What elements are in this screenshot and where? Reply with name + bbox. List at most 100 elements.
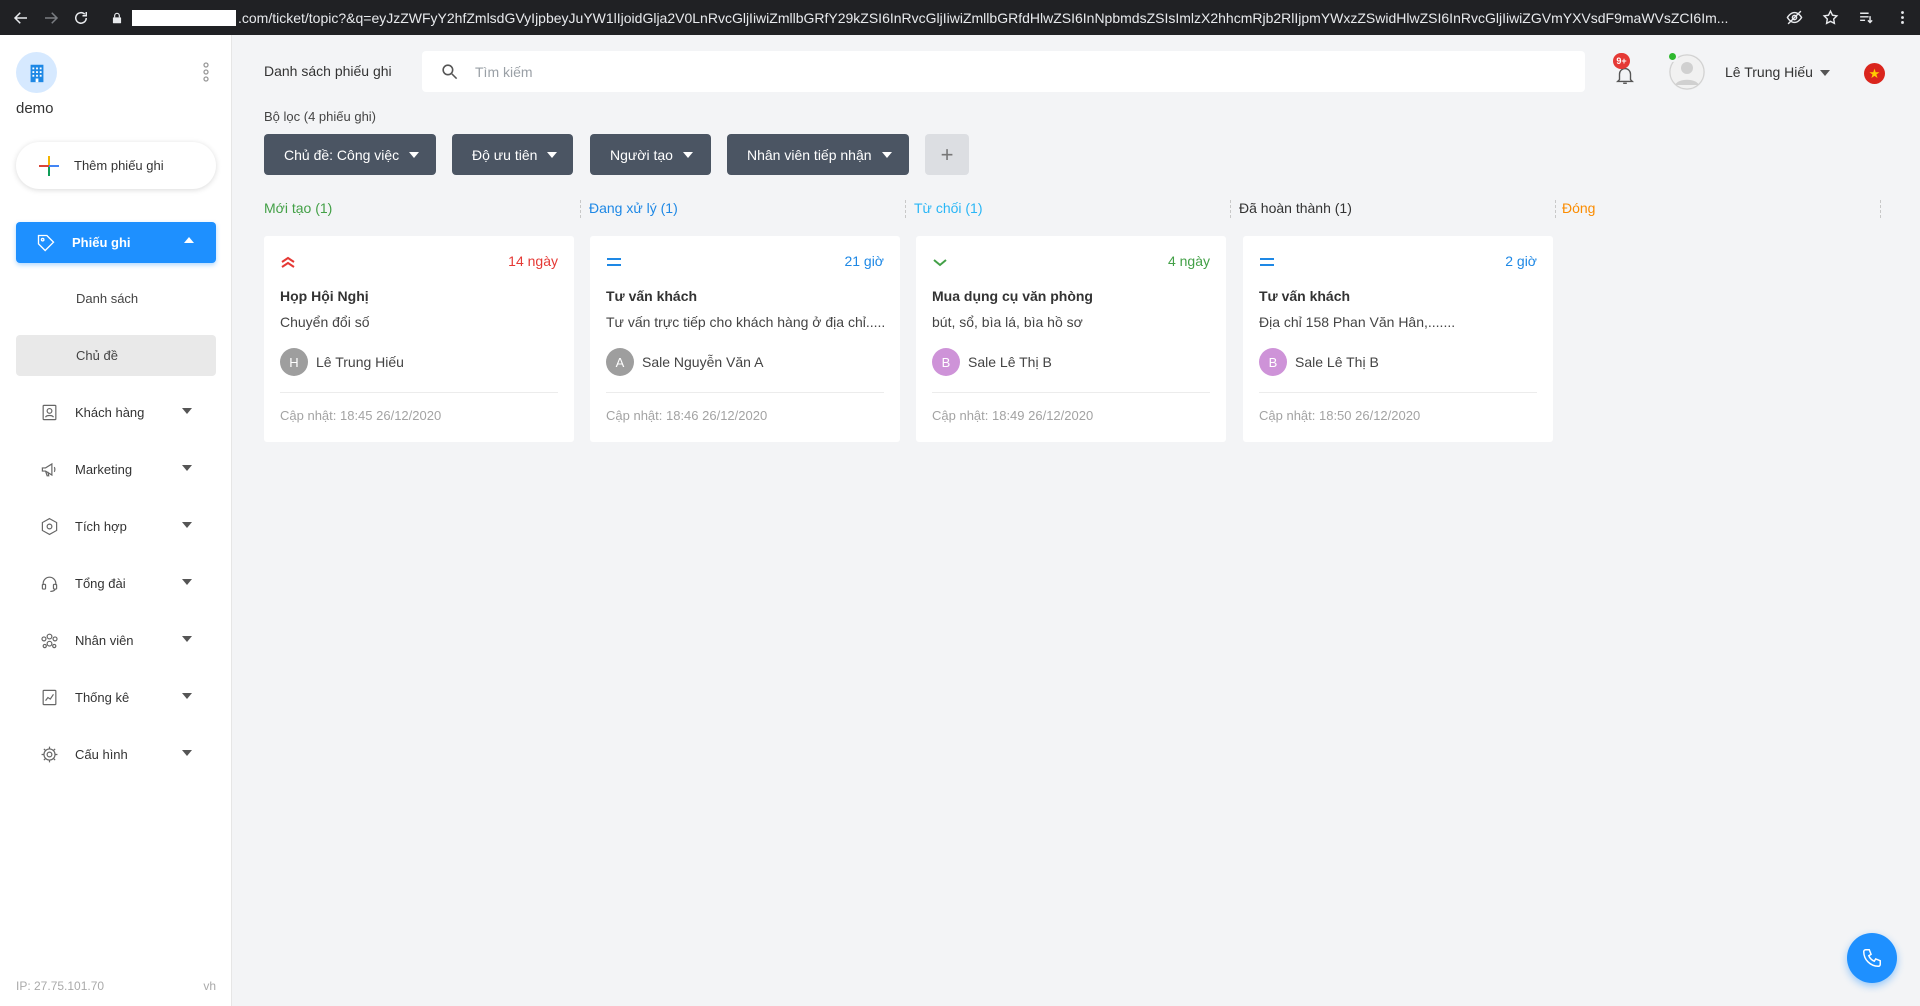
sidebar: demo Thêm phiếu ghi Phiếu ghi Danh sách …	[0, 35, 232, 1006]
chevron-down-icon	[409, 151, 420, 158]
chevron-down-icon	[682, 151, 693, 158]
url-text: .com/ticket/topic?&q=eyJzZWFyY2hfZmlsdGV…	[238, 9, 1729, 26]
column-divider	[1555, 200, 1556, 218]
chevron-down-icon	[182, 408, 192, 414]
search-bar[interactable]	[422, 51, 1585, 92]
eye-off-icon[interactable]	[1776, 9, 1812, 26]
address-bar[interactable]: .com/ticket/topic?&q=eyJzZWFyY2hfZmlsdGV…	[110, 4, 1770, 31]
chevron-down-icon	[182, 636, 192, 642]
phone-icon	[1863, 949, 1881, 967]
avatar: B	[932, 348, 960, 376]
avatar: B	[1259, 348, 1287, 376]
filter-priority-button[interactable]: Độ ưu tiên	[452, 134, 573, 175]
star-icon[interactable]	[1812, 9, 1848, 26]
add-ticket-label: Thêm phiếu ghi	[74, 158, 164, 173]
ticket-age: 21 giờ	[844, 253, 884, 269]
notification-badge: 9+	[1613, 53, 1630, 69]
ticket-description: Chuyển đổi số	[280, 314, 370, 330]
language-code[interactable]: vh	[203, 979, 216, 993]
priority-medium-icon	[607, 258, 621, 266]
online-status-dot	[1667, 51, 1678, 62]
ticket-owner: Sale Lê Thị B	[1295, 354, 1379, 370]
add-filter-button[interactable]: +	[925, 134, 969, 175]
column-divider	[905, 200, 906, 218]
menu-staff[interactable]: Nhân viên	[16, 620, 216, 661]
ticket-age: 2 giờ	[1505, 253, 1537, 269]
priority-high-icon	[281, 256, 295, 268]
filter-topic-label: Chủ đề: Công việc	[284, 146, 400, 163]
contact-card-icon	[42, 404, 57, 421]
search-icon	[442, 64, 458, 80]
chevron-down-icon	[182, 579, 192, 585]
org-logo[interactable]	[16, 52, 57, 93]
avatar: H	[280, 348, 308, 376]
ticket-title: Tư vấn khách	[1259, 288, 1351, 304]
chevron-down-icon[interactable]	[1820, 70, 1830, 76]
ticket-card[interactable]: 4 ngày Mua dụng cụ văn phòng bút, sổ, bì…	[916, 236, 1226, 442]
submenu-topics[interactable]: Chủ đề	[16, 335, 216, 376]
column-closed: Đóng	[1562, 200, 1596, 216]
menu-tickets[interactable]: Phiếu ghi	[16, 222, 216, 263]
filter-creator-button[interactable]: Người tạo	[590, 134, 711, 175]
reload-icon[interactable]	[66, 3, 96, 33]
menu-integrations[interactable]: Tích hợp	[16, 506, 216, 547]
chevron-down-icon	[881, 151, 892, 158]
chart-icon	[42, 689, 57, 706]
menu-staff-label: Nhân viên	[75, 633, 134, 648]
ip-address: IP: 27.75.101.70	[16, 979, 105, 993]
ticket-card[interactable]: 14 ngày Họp Hội Nghị Chuyển đổi số H Lê …	[264, 236, 574, 442]
menu-marketing[interactable]: Marketing	[16, 449, 216, 490]
filter-assignee-button[interactable]: Nhân viên tiếp nhận	[727, 134, 909, 175]
ticket-icon	[37, 234, 55, 251]
search-input[interactable]	[475, 63, 1585, 80]
menu-statistics[interactable]: Thống kê	[16, 677, 216, 718]
ticket-description: Tư vấn trực tiếp cho khách hàng ở địa ch…	[606, 314, 886, 330]
priority-low-icon	[933, 259, 947, 267]
menu-marketing-label: Marketing	[75, 462, 133, 477]
browser-toolbar: .com/ticket/topic?&q=eyJzZWFyY2hfZmlsdGV…	[0, 0, 1920, 35]
more-vert-icon[interactable]	[1884, 9, 1920, 26]
menu-settings[interactable]: Cấu hình	[16, 734, 216, 775]
back-arrow-icon[interactable]	[6, 3, 36, 33]
ticket-owner: Lê Trung Hiếu	[316, 354, 404, 370]
menu-switchboard[interactable]: Tổng đài	[16, 563, 216, 604]
ticket-age: 14 ngày	[508, 253, 558, 269]
ticket-owner: Sale Lê Thị B	[968, 354, 1052, 370]
ticket-updated: Cập nhật: 18:46 26/12/2020	[606, 408, 768, 423]
column-divider	[580, 200, 581, 218]
plus-icon	[39, 155, 59, 176]
divider	[1259, 392, 1537, 393]
url-redacted-domain	[132, 9, 236, 26]
reading-list-icon[interactable]	[1848, 9, 1884, 26]
filter-topic-button[interactable]: Chủ đề: Công việc	[264, 134, 436, 175]
chevron-down-icon	[182, 522, 192, 528]
column-completed: Đã hoàn thành (1)	[1239, 200, 1352, 216]
ticket-description: bút, sổ, bìa lá, bìa hồ sơ	[932, 314, 1083, 330]
menu-customers-label: Khách hàng	[75, 405, 145, 420]
ticket-updated: Cập nhật: 18:45 26/12/2020	[280, 408, 442, 423]
ticket-card[interactable]: 2 giờ Tư vấn khách Địa chỉ 158 Phan Văn …	[1243, 236, 1553, 442]
ticket-title: Tư vấn khách	[606, 288, 698, 304]
forward-arrow-icon[interactable]	[36, 3, 66, 33]
user-name[interactable]: Lê Trung Hiếu	[1725, 64, 1813, 80]
add-ticket-button[interactable]: Thêm phiếu ghi	[16, 142, 216, 189]
building-icon	[30, 64, 43, 82]
chevron-down-icon	[182, 750, 192, 756]
menu-customers[interactable]: Khách hàng	[16, 392, 216, 433]
filter-assignee-label: Nhân viên tiếp nhận	[747, 146, 872, 163]
more-vert-icon[interactable]	[199, 61, 213, 83]
column-divider	[1880, 200, 1881, 218]
users-icon	[41, 633, 58, 649]
gear-icon	[41, 746, 58, 763]
vietnam-flag-icon[interactable]: ★	[1864, 63, 1885, 84]
ticket-age: 4 ngày	[1167, 253, 1210, 269]
chevron-down-icon	[182, 693, 192, 699]
priority-medium-icon	[1260, 258, 1274, 266]
call-button[interactable]	[1847, 933, 1897, 983]
submenu-list[interactable]: Danh sách	[16, 278, 216, 319]
ticket-updated: Cập nhật: 18:49 26/12/2020	[932, 408, 1094, 423]
menu-switchboard-label: Tổng đài	[75, 576, 126, 591]
divider	[280, 392, 558, 393]
ticket-card[interactable]: 21 giờ Tư vấn khách Tư vấn trực tiếp cho…	[590, 236, 900, 442]
column-new: Mới tạo (1)	[264, 200, 333, 216]
